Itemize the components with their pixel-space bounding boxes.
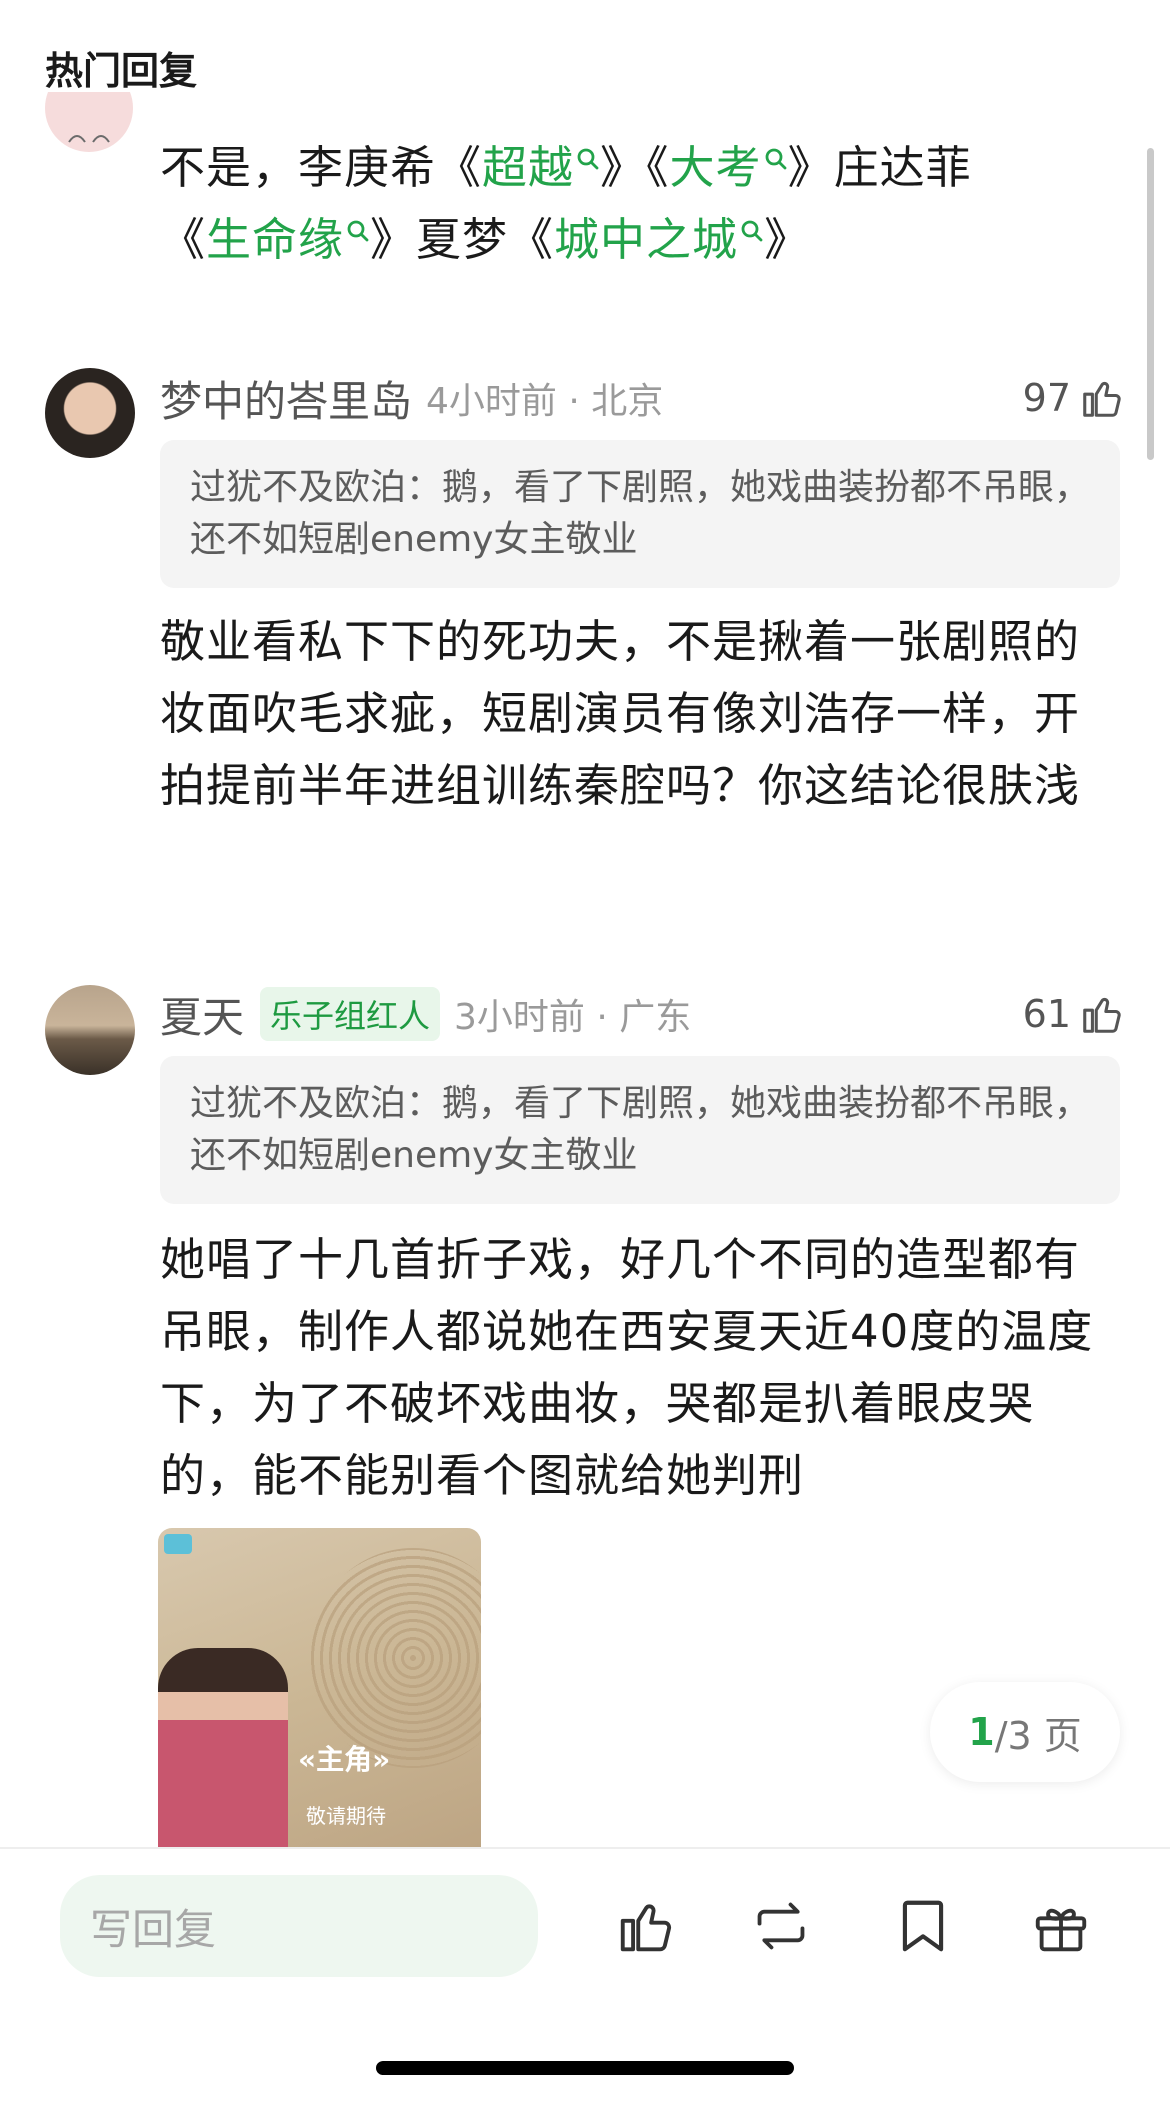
- username[interactable]: 夏天: [160, 984, 244, 1045]
- gift-button[interactable]: [1030, 1895, 1092, 1957]
- timestamp: 4小时前 · 北京: [426, 381, 664, 422]
- search-icon[interactable]: [764, 147, 788, 175]
- search-link[interactable]: 城中之城: [554, 213, 738, 266]
- gift-icon: [1035, 1908, 1087, 1952]
- bookmark-button[interactable]: [892, 1895, 954, 1957]
- page-current: 1: [968, 1710, 995, 1754]
- bookmark-icon: [902, 1900, 944, 1952]
- search-link[interactable]: 大考: [670, 141, 762, 194]
- poster-title: «主角»: [298, 1743, 391, 1776]
- reply-text-segment: 》《: [600, 141, 670, 194]
- comment-meta: 梦中的峇里岛 4小时前 · 北京: [160, 368, 663, 428]
- like-button[interactable]: 97: [1023, 368, 1125, 428]
- page-indicator[interactable]: 1 /3 页: [930, 1682, 1120, 1782]
- comment-body: 她唱了十几首折子戏，好几个不同的造型都有吊眼，制作人都说她在西安夏天近40度的温…: [160, 1233, 1094, 1502]
- thumbs-up-icon: [1083, 381, 1121, 417]
- search-link[interactable]: 超越: [482, 141, 574, 194]
- home-indicator[interactable]: [376, 2061, 794, 2075]
- reply-input[interactable]: 写回复: [60, 1875, 538, 1977]
- avatar[interactable]: [45, 368, 135, 458]
- reply-text-segment: 》夏梦《: [370, 213, 555, 266]
- comment-meta: 夏天 乐子组红人 3小时前 · 广东: [160, 984, 691, 1044]
- avatar[interactable]: [45, 92, 133, 156]
- like-button[interactable]: 61: [1023, 984, 1125, 1044]
- like-count: 61: [1022, 992, 1071, 1036]
- thumbs-up-icon: [1083, 997, 1121, 1033]
- repost-button[interactable]: [750, 1895, 812, 1957]
- reply-text-segment: 不是，李庚希《: [160, 141, 483, 194]
- thumbs-up-icon: [620, 1904, 672, 1952]
- reply-text-segment: 》庄达菲: [787, 141, 972, 194]
- image-tag-icon: [164, 1534, 192, 1554]
- paper-cut-pattern: [308, 1548, 481, 1768]
- actress-figure: [158, 1648, 288, 1848]
- search-icon[interactable]: [740, 219, 764, 247]
- avatar[interactable]: [45, 985, 135, 1075]
- username[interactable]: 梦中的峇里岛: [160, 368, 412, 429]
- search-icon[interactable]: [576, 147, 600, 175]
- repost-icon: [757, 1902, 805, 1950]
- reply-text-line: 不是，李庚希《超越 》《大考 》庄达菲: [160, 132, 972, 204]
- reply-text-segment: 》: [764, 213, 811, 266]
- search-link[interactable]: 生命缘: [206, 213, 344, 266]
- reply-text-line: 《生命缘 》夏梦《城中之城》: [160, 204, 810, 276]
- section-title: 热门回复: [45, 49, 198, 93]
- like-post-button[interactable]: [615, 1895, 677, 1957]
- comment-body: 敬业看私下下的死功夫，不是揪着一张剧照的妆面吹毛求疵，短剧演员有像刘浩存一样，开…: [160, 615, 1081, 812]
- quoted-comment[interactable]: 过犹不及欧泊：鹅，看了下剧照，她戏曲装扮都不吊眼，还不如短剧enemy女主敬业: [160, 1056, 1120, 1204]
- quoted-comment[interactable]: 过犹不及欧泊：鹅，看了下剧照，她戏曲装扮都不吊眼，还不如短剧enemy女主敬业: [160, 440, 1120, 588]
- divider: [0, 1847, 1170, 1849]
- comment-image[interactable]: «主角» 敬请期待: [158, 1528, 481, 1848]
- search-icon[interactable]: [346, 219, 370, 247]
- poster-subtitle: 敬请期待: [306, 1804, 386, 1828]
- reply-placeholder: 写回复: [90, 1904, 217, 1954]
- timestamp: 3小时前 · 广东: [454, 997, 692, 1038]
- scrollbar[interactable]: [1147, 148, 1154, 460]
- user-badge[interactable]: 乐子组红人: [260, 987, 441, 1041]
- reply-text-segment: 《: [160, 213, 207, 266]
- page-total: /3 页: [994, 1713, 1082, 1758]
- like-count: 97: [1022, 376, 1071, 420]
